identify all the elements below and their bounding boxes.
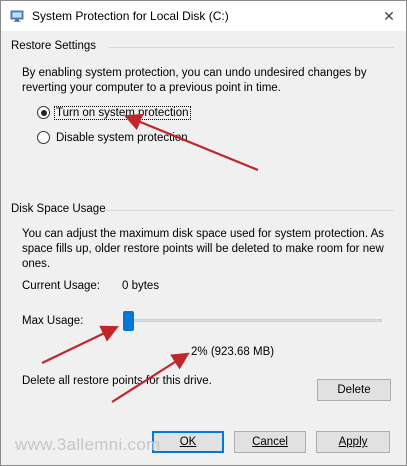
divider <box>109 47 394 48</box>
delete-button[interactable]: Delete <box>317 379 391 401</box>
apply-button-label: Apply <box>338 436 368 448</box>
ok-button[interactable]: OK <box>152 431 224 453</box>
shield-computer-icon <box>10 10 24 22</box>
close-icon[interactable]: ✕ <box>380 7 398 25</box>
cancel-button[interactable]: Cancel <box>234 431 306 453</box>
turn-on-protection-label[interactable]: Turn on system protection <box>54 105 191 120</box>
disable-protection-label[interactable]: Disable system protection <box>55 132 189 144</box>
apply-button[interactable]: Apply <box>316 431 390 453</box>
disk-space-usage-heading: Disk Space Usage <box>11 203 106 215</box>
watermark: www.3allemni.com <box>15 435 161 454</box>
max-usage-slider-track[interactable] <box>127 319 382 322</box>
turn-on-protection-radio[interactable]: Turn on system protection <box>37 105 191 120</box>
system-protection-dialog: System Protection for Local Disk (C:) ✕ … <box>0 0 407 466</box>
current-usage-value: 0 bytes <box>122 280 160 292</box>
max-usage-value: 2% (923.68 MB) <box>191 346 275 358</box>
divider <box>106 210 394 211</box>
max-usage-slider-thumb[interactable] <box>123 311 134 331</box>
ok-button-label: OK <box>179 436 197 448</box>
cancel-button-label: Cancel <box>252 436 288 448</box>
max-usage-label: Max Usage: <box>22 315 84 327</box>
restore-description: By enabling system protection, you can u… <box>22 67 367 94</box>
delete-restore-points-text: Delete all restore points for this drive… <box>22 375 212 387</box>
restore-settings-heading: Restore Settings <box>11 40 97 52</box>
window-title: System Protection for Local Disk (C:) <box>32 9 229 23</box>
disable-protection-radio[interactable]: Disable system protection <box>37 131 189 144</box>
radio-button-unchecked[interactable] <box>37 131 50 144</box>
current-usage-label: Current Usage: <box>22 280 100 292</box>
disk-description: You can adjust the maximum disk space us… <box>22 228 385 270</box>
radio-button-checked[interactable] <box>37 106 50 119</box>
title-bar: System Protection for Local Disk (C:) ✕ <box>1 1 406 31</box>
